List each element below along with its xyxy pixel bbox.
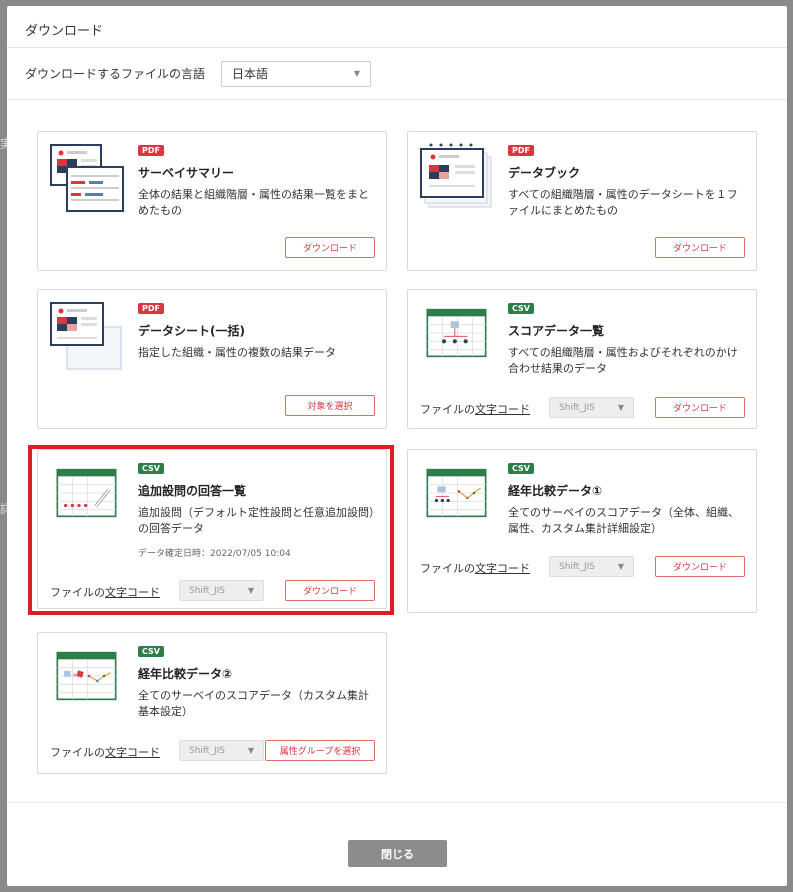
card-yearly-comparison-2: × CSV 経年比較データ② 全てのサーベイのスコアデータ（カスタム集計基本設定… xyxy=(37,632,387,774)
chevron-down-icon: ▼ xyxy=(353,69,361,78)
card-description: 全てのサーベイのスコアデータ（全体、組織、属性、カスタム集計詳細設定） xyxy=(508,506,739,535)
chevron-down-icon: ▼ xyxy=(247,586,254,595)
svg-text:×: × xyxy=(72,673,77,679)
data-book-icon xyxy=(420,143,492,208)
card-title: 追加設問の回答一覧 xyxy=(138,484,247,498)
card-title: データブック xyxy=(508,166,581,180)
encoding-select[interactable]: Shift_JIS ▼ xyxy=(549,556,634,577)
card-data-book: PDF データブック すべての組織階層・属性のデータシートを１ファイルにまとめた… xyxy=(407,131,757,271)
card-description: すべての組織階層・属性およびそれぞれのかけ合わせ結果のデータ xyxy=(508,346,738,375)
card-title: スコアデータ一覧 xyxy=(508,324,605,338)
card-title: データシート(一括) xyxy=(138,324,245,338)
language-select[interactable]: 日本語 ▼ xyxy=(221,60,372,87)
card-description: すべての組織階層・属性のデータシートを１ファイルにまとめたもの xyxy=(508,188,738,217)
close-button[interactable]: 閉じる xyxy=(348,840,447,867)
csv-badge: CSV xyxy=(138,463,164,474)
card-title: 経年比較データ① xyxy=(508,484,603,498)
data-sheet-icon xyxy=(50,302,122,370)
card-survey-summary: PDF サーベイサマリー 全体の結果と組織階層・属性の結果一覧をまとめたもの ダ… xyxy=(37,131,387,271)
csv-badge: CSV xyxy=(508,463,534,474)
card-description: 全体の結果と組織階層・属性の結果一覧をまとめたもの xyxy=(138,188,369,217)
card-score-data-list: CSV スコアデータ一覧 すべての組織階層・属性およびそれぞれのかけ合わせ結果の… xyxy=(407,289,757,429)
data-confirmed-date: データ確定日時：2022/07/05 10:04 xyxy=(138,549,291,559)
chevron-down-icon: ▼ xyxy=(247,746,254,755)
download-modal: ダウンロード ダウンロードするファイルの言語 日本語 ▼ PDF サーベイサマリ… xyxy=(7,6,787,886)
card-description: 全てのサーベイのスコアデータ（カスタム集計基本設定） xyxy=(138,689,369,718)
download-button[interactable]: ダウンロード xyxy=(285,580,375,601)
modal-footer-divider xyxy=(7,802,787,803)
spreadsheet-org-chart-icon xyxy=(426,308,487,358)
pdf-badge: PDF xyxy=(508,145,534,156)
csv-badge: CSV xyxy=(508,303,534,314)
chevron-down-icon: ▼ xyxy=(617,562,624,571)
encoding-help-link[interactable]: 文字コード xyxy=(105,586,160,599)
card-title: サーベイサマリー xyxy=(138,166,235,180)
encoding-label: ファイルの文字コード xyxy=(420,560,530,576)
encoding-select[interactable]: Shift_JIS ▼ xyxy=(549,397,634,418)
download-button[interactable]: ダウンロード xyxy=(655,556,745,577)
encoding-label-prefix: ファイルの xyxy=(420,562,475,575)
download-button[interactable]: ダウンロード xyxy=(655,397,745,418)
language-select-value: 日本語 xyxy=(232,67,269,81)
language-row: ダウンロードするファイルの言語 日本語 ▼ xyxy=(7,48,787,100)
pdf-badge: PDF xyxy=(138,303,164,314)
encoding-label: ファイルの文字コード xyxy=(50,744,160,760)
encoding-select-value: Shift_JIS xyxy=(559,402,595,413)
card-data-sheet-bulk: PDF データシート(一括) 指定した組織・属性の複数の結果データ 対象を選択 xyxy=(37,289,387,429)
select-attribute-group-button[interactable]: 属性グループを選択 xyxy=(265,740,375,761)
card-description: 指定した組織・属性の複数の結果データ xyxy=(138,346,336,359)
spreadsheet-edit-icon xyxy=(56,468,117,518)
modal-title: ダウンロード xyxy=(7,6,787,48)
pdf-badge: PDF xyxy=(138,145,164,156)
encoding-label-prefix: ファイルの xyxy=(420,403,475,416)
encoding-label-prefix: ファイルの xyxy=(50,586,105,599)
card-additional-question-answers: CSV 追加設問の回答一覧 追加設問（デフォルト定性設問と任意追加設問）の回答デ… xyxy=(37,449,387,609)
card-title: 経年比較データ② xyxy=(138,667,233,681)
language-label: ダウンロードするファイルの言語 xyxy=(25,67,206,81)
encoding-select-value: Shift_JIS xyxy=(559,561,595,572)
download-button[interactable]: ダウンロード xyxy=(285,237,375,258)
card-yearly-comparison-1: CSV 経年比較データ① 全てのサーベイのスコアデータ（全体、組織、属性、カスタ… xyxy=(407,449,757,613)
download-button[interactable]: ダウンロード xyxy=(655,237,745,258)
card-description: 追加設問（デフォルト定性設問と任意追加設問）の回答データ xyxy=(138,506,375,535)
chevron-down-icon: ▼ xyxy=(617,403,624,412)
spreadsheet-comparison-icon: × xyxy=(56,651,117,701)
encoding-help-link[interactable]: 文字コード xyxy=(475,403,530,416)
encoding-label-prefix: ファイルの xyxy=(50,746,105,759)
encoding-select[interactable]: Shift_JIS ▼ xyxy=(179,580,264,601)
spreadsheet-trend-icon xyxy=(426,468,487,518)
select-target-button[interactable]: 対象を選択 xyxy=(285,395,375,416)
encoding-select-value: Shift_JIS xyxy=(189,585,225,596)
report-document-icon xyxy=(50,144,124,212)
encoding-label: ファイルの文字コード xyxy=(420,401,530,417)
encoding-help-link[interactable]: 文字コード xyxy=(475,562,530,575)
encoding-select-value: Shift_JIS xyxy=(189,745,225,756)
encoding-label: ファイルの文字コード xyxy=(50,584,160,600)
encoding-select[interactable]: Shift_JIS ▼ xyxy=(179,740,264,761)
encoding-help-link[interactable]: 文字コード xyxy=(105,746,160,759)
csv-badge: CSV xyxy=(138,646,164,657)
